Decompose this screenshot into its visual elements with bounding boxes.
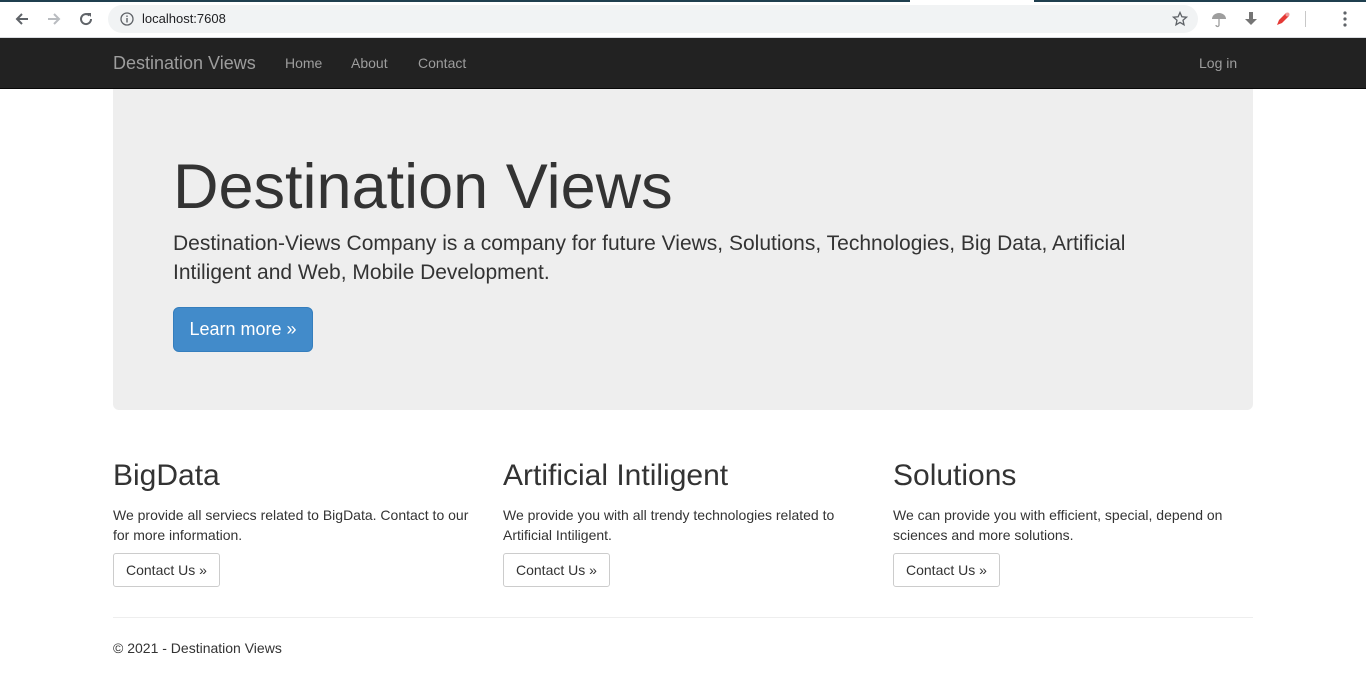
nav-contact-link[interactable]: Contact: [418, 55, 466, 71]
hero-title: Destination Views: [173, 152, 673, 222]
url-text[interactable]: localhost:7608: [142, 11, 226, 26]
umbrella-extension-icon[interactable]: [1209, 9, 1229, 29]
site-info-icon[interactable]: [120, 12, 134, 31]
hero-lead-text: Destination-Views Company is a company f…: [173, 232, 1126, 284]
feature-column-solutions: Solutions We can provide you with effici…: [893, 458, 1253, 587]
nav-about-link[interactable]: About: [351, 55, 388, 71]
login-link[interactable]: Log in: [1199, 55, 1237, 71]
browser-toolbar: localhost:7608: [0, 0, 1366, 38]
feature-text: We provide all serviecs related to BigDa…: [113, 507, 469, 543]
contact-us-button[interactable]: Contact Us »: [503, 553, 610, 587]
learn-more-button[interactable]: Learn more »: [173, 307, 313, 352]
feature-text: We can provide you with efficient, speci…: [893, 507, 1223, 543]
address-bar[interactable]: localhost:7608: [108, 5, 1198, 33]
reload-icon[interactable]: [75, 8, 97, 30]
feature-column-ai: Artificial Intiligent We provide you wit…: [503, 458, 863, 587]
hero-jumbotron: Destination Views Destination-Views Comp…: [113, 89, 1253, 410]
feature-title: Solutions: [893, 459, 1017, 492]
forward-icon[interactable]: [43, 8, 65, 30]
nav-home-link[interactable]: Home: [285, 55, 322, 71]
footer-divider: [113, 617, 1253, 618]
feature-text: We provide you with all trendy technolog…: [503, 507, 835, 543]
pen-extension-icon[interactable]: [1273, 9, 1293, 29]
feature-title: Artificial Intiligent: [503, 459, 729, 492]
feature-column-bigdata: BigData We provide all serviecs related …: [113, 458, 473, 587]
toolbar-separator: [1305, 11, 1306, 27]
site-navbar: Destination Views Home About Contact Log…: [0, 38, 1366, 89]
back-icon[interactable]: [11, 8, 33, 30]
footer-copyright: © 2021 - Destination Views: [113, 640, 282, 656]
feature-title: BigData: [113, 459, 220, 492]
bookmark-star-icon[interactable]: [1171, 10, 1189, 32]
navbar-brand[interactable]: Destination Views: [113, 53, 256, 74]
download-icon[interactable]: [1241, 9, 1261, 29]
contact-us-button[interactable]: Contact Us »: [893, 553, 1000, 587]
tab-strip-edge: [0, 0, 1366, 2]
menu-dots-icon[interactable]: [1335, 9, 1355, 29]
contact-us-button[interactable]: Contact Us »: [113, 553, 220, 587]
